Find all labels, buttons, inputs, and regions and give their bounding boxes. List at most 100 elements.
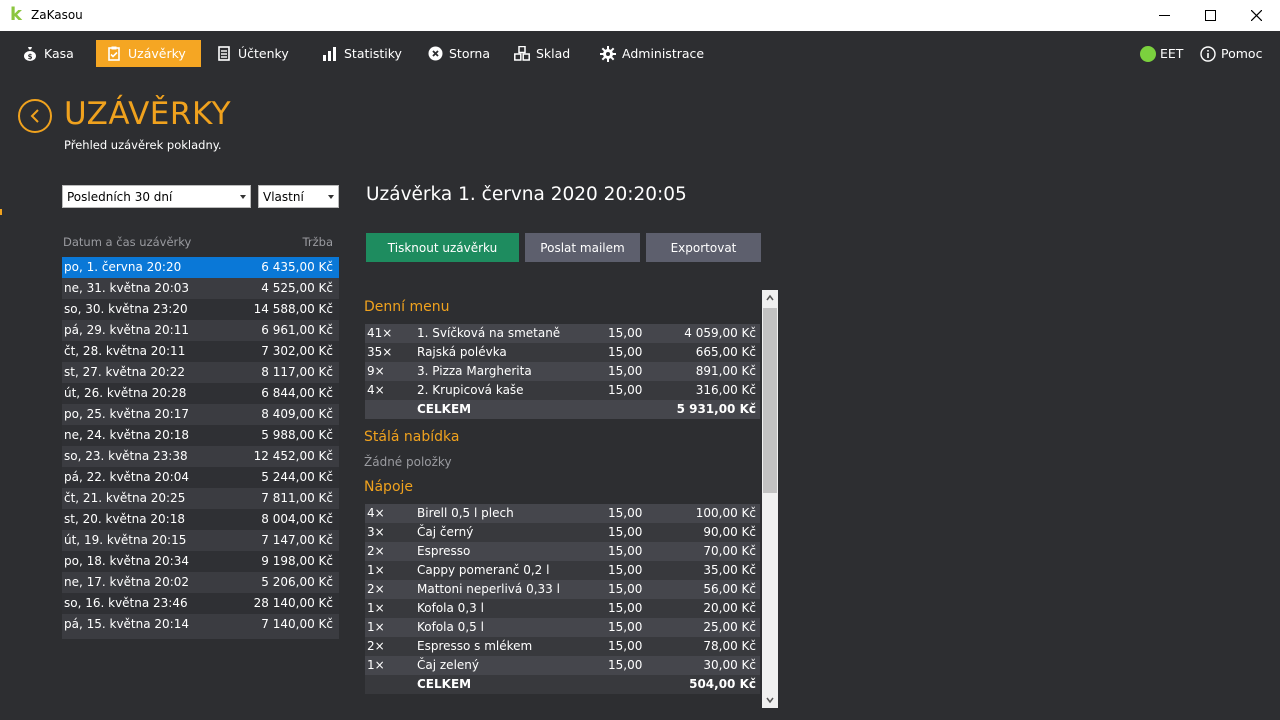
close-icon [1250, 10, 1262, 21]
closure-list-row[interactable]: po, 1. června 20:20 6 435,00 Kč [62, 257, 339, 278]
total-label: CELKEM [417, 677, 472, 691]
item-price: 15,00 [608, 383, 643, 397]
closure-list-row[interactable]: čt, 21. května 20:25 7 811,00 Kč [62, 488, 339, 509]
closure-list-row[interactable]: pá, 15. května 20:14 7 140,00 Kč [62, 614, 339, 635]
scrollbar-thumb[interactable] [763, 308, 777, 493]
closure-amount: 12 452,00 Kč [253, 449, 333, 463]
send-email-button[interactable]: Poslat mailem [525, 233, 640, 262]
item-name: Kofola 0,5 l [417, 620, 484, 634]
nav-label: Sklad [536, 46, 571, 61]
closure-list-row[interactable]: čt, 28. května 20:11 7 302,00 Kč [62, 341, 339, 362]
closure-list-row[interactable]: po, 25. května 20:17 8 409,00 Kč [62, 404, 339, 425]
minimize-button[interactable] [1141, 0, 1187, 31]
nav-item-sklad[interactable]: Sklad [514, 40, 570, 67]
closure-amount: 5 244,00 Kč [261, 470, 333, 484]
closure-list-row[interactable]: út, 19. května 20:15 7 147,00 Kč [62, 530, 339, 551]
closure-list-row[interactable]: so, 23. května 23:38 12 452,00 Kč [62, 446, 339, 467]
closure-date: ne, 24. května 20:18 [64, 428, 190, 442]
nav-label: Statistiky [344, 46, 402, 61]
item-price: 15,00 [608, 563, 643, 577]
items-table-denni-menu: 41× 1. Svíčková na smetaně 15,00 4 059,00 K… [365, 324, 760, 419]
closure-amount: 8 004,00 Kč [261, 512, 333, 526]
list-bottom-padding [62, 635, 339, 639]
closure-list-row[interactable]: st, 20. května 20:18 8 004,00 Kč [62, 509, 339, 530]
closure-date: čt, 28. května 20:11 [64, 344, 186, 358]
custom-range-value: Vlastní [263, 190, 304, 204]
money-bag-icon: $ [22, 46, 38, 62]
closure-date: so, 30. května 23:20 [64, 302, 188, 316]
info-icon [1200, 45, 1216, 62]
closure-date: st, 20. května 20:18 [64, 512, 185, 526]
nav-item-storna[interactable]: Storna [427, 40, 490, 67]
column-header-amount: Tržba [302, 235, 333, 249]
closure-date: po, 1. června 20:20 [64, 260, 182, 274]
closure-list-row[interactable]: so, 30. května 23:20 14 588,00 Kč [62, 299, 339, 320]
scroll-down-icon[interactable] [766, 696, 774, 704]
closure-amount: 7 811,00 Kč [261, 491, 333, 505]
nav-item-kasa[interactable]: $ Kasa [22, 40, 74, 67]
section-title-denni-menu: Denní menu [364, 299, 450, 315]
eet-status[interactable]: EET [1140, 40, 1183, 67]
column-header-date: Datum a čas uzávěrky [63, 235, 192, 249]
nav-item-uctenky[interactable]: Účtenky [216, 40, 289, 67]
closure-list-row[interactable]: pá, 22. května 20:04 5 244,00 Kč [62, 467, 339, 488]
detail-scrollbar[interactable] [762, 290, 778, 708]
chevron-left-icon [30, 109, 39, 123]
close-button[interactable] [1233, 0, 1279, 31]
nav-item-statistiky[interactable]: Statistiky [322, 40, 402, 67]
closure-list-row[interactable]: pá, 29. května 20:11 6 961,00 Kč [62, 320, 339, 341]
export-button[interactable]: Exportovat [646, 233, 761, 262]
closure-amount: 8 117,00 Kč [261, 365, 333, 379]
item-name: Čaj zelený [417, 658, 479, 672]
closure-list-row[interactable]: po, 18. května 20:34 9 198,00 Kč [62, 551, 339, 572]
item-qty: 3× [367, 525, 385, 539]
empty-items-note: Žádné položky [364, 455, 452, 469]
main-navigation: $ Kasa Uzávěrky Účtenky Statistiky Storn… [0, 31, 1280, 77]
item-total: 100,00 Kč [695, 506, 756, 520]
period-select[interactable]: Posledních 30 dní [62, 185, 251, 208]
closure-list-row[interactable]: ne, 31. května 20:03 4 525,00 Kč [62, 278, 339, 299]
print-closure-button[interactable]: Tisknout uzávěrku [366, 233, 519, 262]
closure-date: pá, 15. května 20:14 [64, 617, 189, 631]
item-name: Mattoni neperlivá 0,33 l [417, 582, 560, 596]
item-price: 15,00 [608, 525, 643, 539]
item-price: 15,00 [608, 601, 643, 615]
item-name: Birell 0,5 l plech [417, 506, 514, 520]
back-button[interactable] [18, 99, 52, 133]
item-total: 25,00 Kč [703, 620, 756, 634]
closure-detail-title: Uzávěrka 1. června 2020 20:20:05 [366, 184, 687, 205]
status-dot-icon [1140, 45, 1156, 62]
item-total: 90,00 Kč [703, 525, 756, 539]
item-total: 35,00 Kč [703, 563, 756, 577]
item-total: 316,00 Kč [695, 383, 756, 397]
closure-list-row[interactable]: ne, 24. května 20:18 5 988,00 Kč [62, 425, 339, 446]
nav-item-administrace[interactable]: Administrace [600, 40, 704, 67]
item-price: 15,00 [608, 620, 643, 634]
svg-text:$: $ [28, 53, 33, 61]
left-edge-marker [0, 209, 2, 215]
nav-item-uzaverky[interactable]: Uzávěrky [96, 40, 201, 67]
item-total: 665,00 Kč [695, 345, 756, 359]
maximize-button[interactable] [1187, 0, 1233, 31]
bar-chart-icon [322, 46, 338, 62]
page-title: UZÁVĚRKY [64, 96, 232, 132]
item-row: 1× Kofola 0,3 l 15,00 20,00 Kč [365, 599, 760, 618]
closure-date: út, 19. května 20:15 [64, 533, 187, 547]
item-price: 15,00 [608, 658, 643, 672]
closure-amount: 28 140,00 Kč [253, 596, 333, 610]
closure-list-row[interactable]: út, 26. května 20:28 6 844,00 Kč [62, 383, 339, 404]
items-table-napoje: 4× Birell 0,5 l plech 15,00 100,00 Kč 3× Čaj … [365, 504, 760, 694]
help-button[interactable]: Pomoc [1200, 40, 1262, 67]
closure-list-row[interactable]: so, 16. května 23:46 28 140,00 Kč [62, 593, 339, 614]
closures-list: po, 1. června 20:20 6 435,00 Kč ne, 31. kv… [62, 257, 339, 639]
custom-range-select[interactable]: Vlastní [258, 185, 339, 208]
nav-label: Uzávěrky [128, 46, 186, 61]
scroll-up-icon[interactable] [766, 294, 774, 302]
closure-list-row[interactable]: st, 27. května 20:22 8 117,00 Kč [62, 362, 339, 383]
item-qty: 1× [367, 563, 385, 577]
minimize-icon [1158, 15, 1170, 16]
item-row: 2× Espresso s mlékem 15,00 78,00 Kč [365, 637, 760, 656]
closure-date: čt, 21. května 20:25 [64, 491, 186, 505]
item-qty: 4× [367, 383, 385, 397]
closure-list-row[interactable]: ne, 17. května 20:02 5 206,00 Kč [62, 572, 339, 593]
